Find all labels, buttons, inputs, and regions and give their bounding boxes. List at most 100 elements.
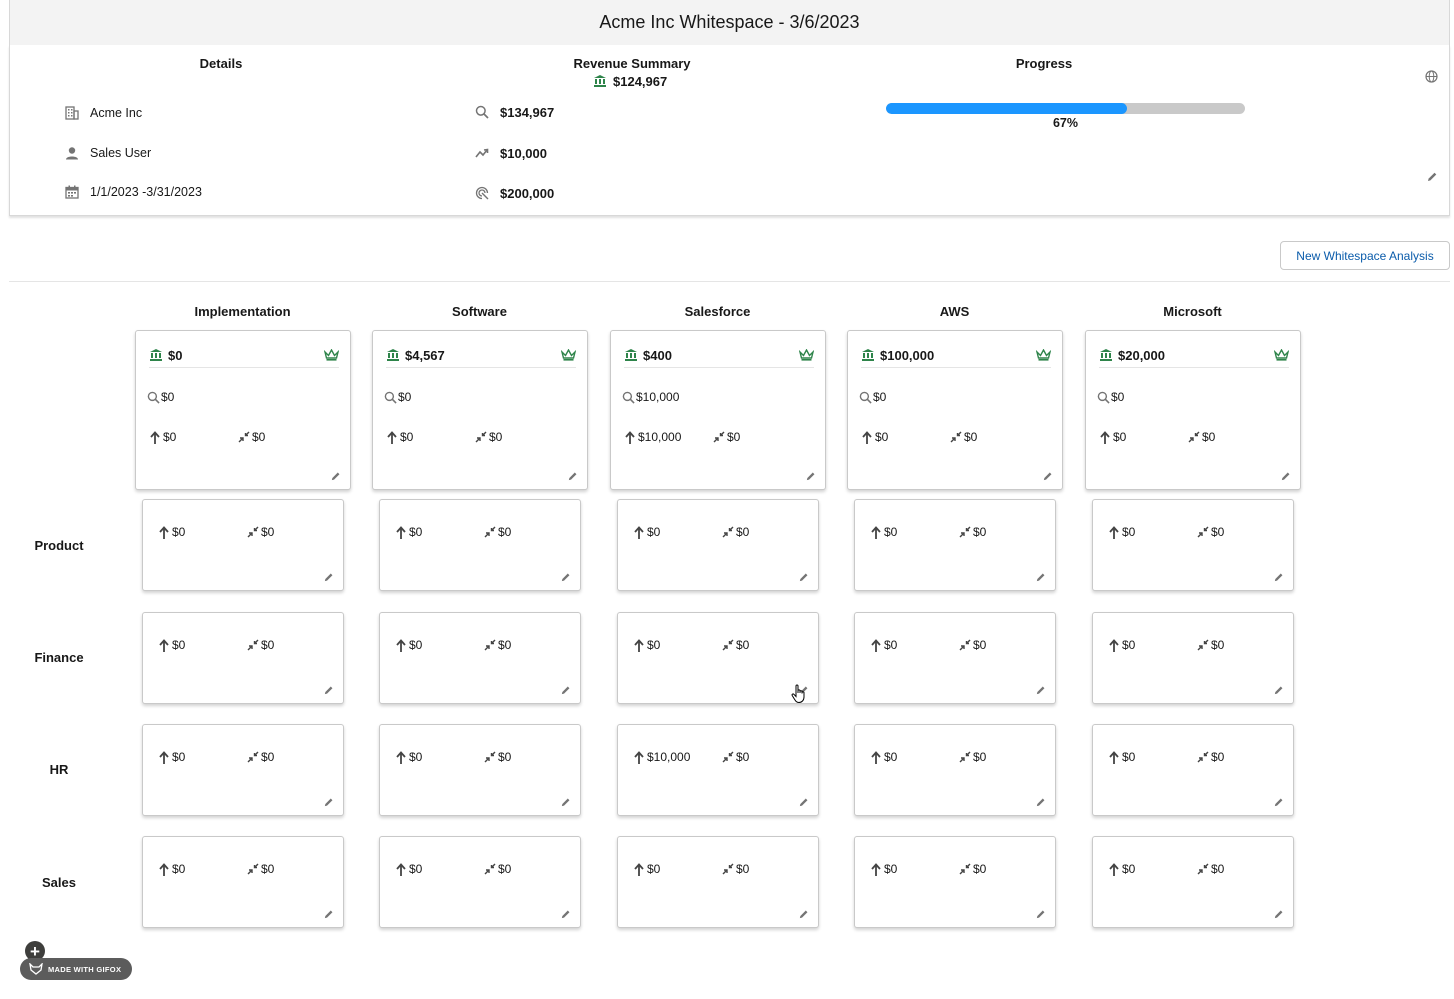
value-pair: $0 $0	[150, 430, 340, 444]
column-values: $10,000 $0	[625, 430, 815, 444]
grid-cell-card[interactable]: $0 $0	[1092, 724, 1294, 816]
column-values: $0 $0	[150, 430, 340, 444]
upsell-value: $10,000	[634, 750, 690, 764]
pencil-icon[interactable]	[1035, 572, 1046, 583]
shrink-value: $0	[959, 750, 986, 764]
upsell-value: $0	[1100, 430, 1126, 444]
grid-cell-card[interactable]: $10,000 $0	[617, 724, 819, 816]
pencil-icon[interactable]	[805, 471, 816, 482]
pencil-icon[interactable]	[1035, 685, 1046, 696]
card-header: $4,567	[386, 343, 576, 368]
grid-cell-card[interactable]: $0 $0	[1092, 499, 1294, 591]
grid-cell-card[interactable]: $0 $0	[854, 499, 1056, 591]
shrink-amount: $0	[973, 750, 987, 764]
revenue-growth: $10,000	[474, 145, 547, 161]
grid-cell-card[interactable]: $0 $0	[379, 499, 581, 591]
pencil-icon[interactable]	[798, 909, 809, 920]
pencil-icon[interactable]	[560, 797, 571, 808]
upsell-value: $0	[862, 430, 888, 444]
upsell-amount: $0	[1122, 525, 1136, 539]
grid-cell-card[interactable]: $0 $0	[617, 499, 819, 591]
shrink-amount: $0	[973, 862, 987, 876]
grid-cell-card[interactable]: $0 $0	[379, 836, 581, 928]
shrink-value: $0	[713, 430, 740, 444]
value-pair: $0 $0	[396, 525, 576, 539]
bank-icon	[386, 348, 400, 362]
pencil-icon[interactable]	[323, 797, 334, 808]
arrow-up-icon	[862, 430, 872, 444]
grid-cell-card[interactable]: $0 $0	[1092, 836, 1294, 928]
pencil-icon[interactable]	[1042, 471, 1053, 482]
value-pair: $0 $0	[387, 430, 577, 444]
pencil-icon[interactable]	[560, 685, 571, 696]
grid-cell-card[interactable]: $0 $0	[617, 612, 819, 704]
column-summary-card[interactable]: $400 $10,000 $10,000 $0	[610, 330, 826, 490]
bank-icon	[861, 348, 875, 362]
pencil-icon[interactable]	[1273, 909, 1284, 920]
grid-cell-card[interactable]: $0 $0	[1092, 612, 1294, 704]
column-total: $400	[643, 347, 672, 363]
arrow-up-icon	[1100, 430, 1110, 444]
column-summary-card[interactable]: $100,000 $0 $0 $0	[847, 330, 1063, 490]
pencil-icon[interactable]	[323, 685, 334, 696]
detail-account-value: Acme Inc	[90, 106, 143, 120]
grid-cell-card[interactable]: $0 $0	[617, 836, 819, 928]
value-pair: $0 $0	[871, 638, 1051, 652]
pencil-icon[interactable]	[560, 572, 571, 583]
upsell-value: $0	[634, 525, 660, 539]
pencil-icon[interactable]	[1273, 797, 1284, 808]
grid-cell-card[interactable]: $0 $0	[854, 612, 1056, 704]
upsell-amount: $0	[409, 750, 423, 764]
bank-icon	[624, 348, 638, 362]
calendar-icon	[64, 184, 80, 200]
arrow-up-icon	[871, 862, 881, 876]
shrink-icon	[484, 639, 496, 651]
column-header-aws: AWS	[939, 304, 970, 319]
grid-cell-card[interactable]: $0 $0	[854, 724, 1056, 816]
gifox-label: MADE WITH GIFOX	[48, 964, 122, 974]
new-whitespace-analysis-button[interactable]: New Whitespace Analysis	[1280, 241, 1450, 270]
shrink-value: $0	[238, 430, 265, 444]
pencil-icon[interactable]	[798, 797, 809, 808]
pencil-icon[interactable]	[1426, 171, 1438, 183]
revenue-target: $200,000	[474, 185, 554, 201]
column-values: $0 $0	[1100, 430, 1290, 444]
search-icon	[622, 391, 635, 404]
upsell-amount: $10,000	[638, 430, 682, 444]
pencil-icon[interactable]	[323, 572, 334, 583]
upsell-amount: $0	[647, 862, 661, 876]
pencil-icon[interactable]	[560, 909, 571, 920]
globe-icon[interactable]	[1425, 70, 1438, 83]
column-summary-card[interactable]: $20,000 $0 $0 $0	[1085, 330, 1301, 490]
value-pair: $0 $0	[159, 638, 339, 652]
arrow-up-icon	[159, 750, 169, 764]
pencil-icon[interactable]	[330, 471, 341, 482]
cell-values: $0 $0	[634, 862, 814, 876]
pencil-icon[interactable]	[1273, 572, 1284, 583]
value-pair: $0 $0	[159, 750, 339, 764]
column-summary-card[interactable]: $4,567 $0 $0 $0	[372, 330, 588, 490]
search-icon	[384, 391, 397, 404]
upsell-value: $0	[159, 525, 185, 539]
pencil-icon[interactable]	[323, 909, 334, 920]
grid-cell-card[interactable]: $0 $0	[142, 724, 344, 816]
pencil-icon[interactable]	[1273, 685, 1284, 696]
upsell-value: $0	[396, 525, 422, 539]
column-summary-card[interactable]: $0 $0 $0 $0	[135, 330, 351, 490]
grid-cell-card[interactable]: $0 $0	[142, 612, 344, 704]
grid-cell-card[interactable]: $0 $0	[142, 836, 344, 928]
pencil-icon[interactable]	[1280, 471, 1291, 482]
search-icon	[474, 104, 490, 120]
shrink-value: $0	[1197, 750, 1224, 764]
crown-icon	[1274, 349, 1289, 361]
pencil-icon[interactable]	[1035, 909, 1046, 920]
grid-cell-card[interactable]: $0 $0	[854, 836, 1056, 928]
pencil-icon[interactable]	[798, 572, 809, 583]
pencil-icon[interactable]	[1035, 797, 1046, 808]
shrink-icon	[247, 863, 259, 875]
pencil-icon[interactable]	[567, 471, 578, 482]
grid-cell-card[interactable]: $0 $0	[379, 724, 581, 816]
grid-cell-card[interactable]: $0 $0	[142, 499, 344, 591]
upsell-amount: $0	[172, 638, 186, 652]
grid-cell-card[interactable]: $0 $0	[379, 612, 581, 704]
